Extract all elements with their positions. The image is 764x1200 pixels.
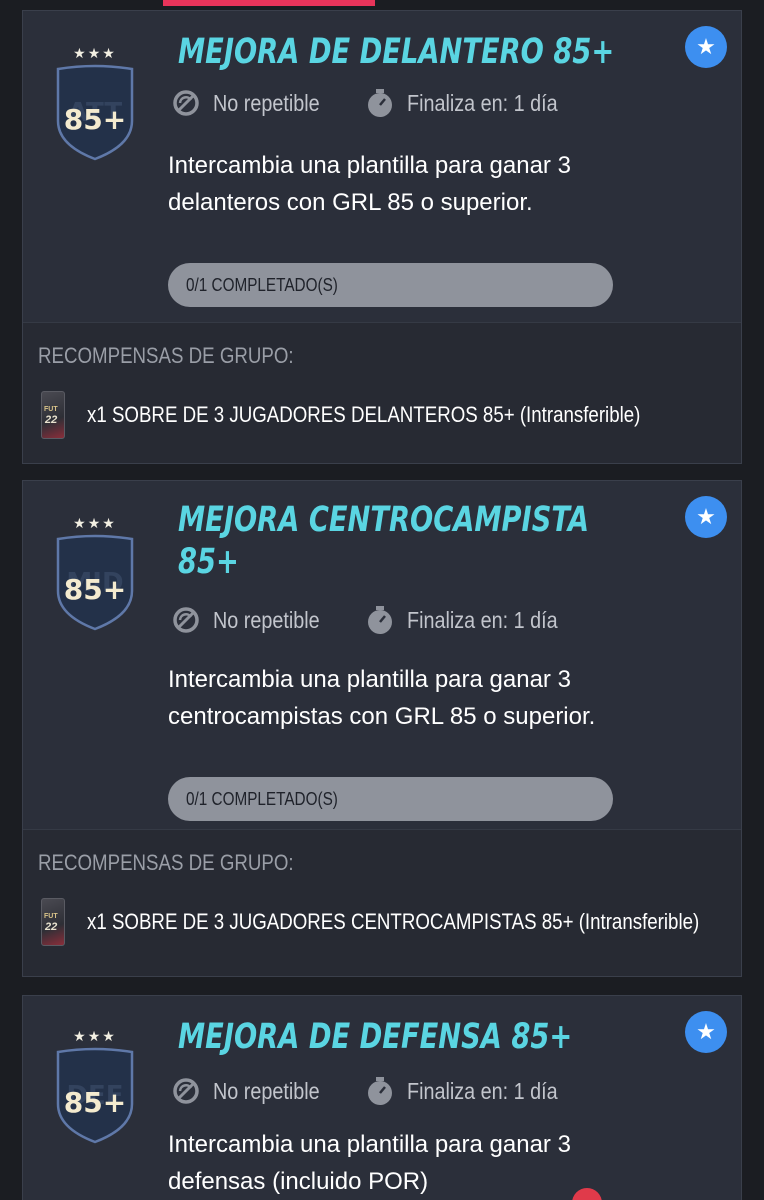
card-meta: No repetible Finaliza en: 1 día: [171, 88, 582, 118]
fut22-pack-icon: FUT 22: [41, 898, 65, 946]
progress-label: 0/1 COMPLETADO(S): [186, 275, 338, 295]
progress-bar: 0/1 COMPLETADO(S): [168, 263, 613, 307]
repeat-label: No repetible: [213, 1077, 320, 1104]
rewards-label: RECOMPENSAS DE GRUPO:: [38, 343, 294, 368]
badge-rating-text: 85+: [64, 1086, 126, 1119]
rating-badge: ★★★ ATT 85+: [51, 43, 139, 161]
repeat-label: No repetible: [213, 606, 320, 633]
badge-rating-text: 85+: [64, 573, 126, 606]
card-description: Intercambia una plantilla para ganar 3 d…: [168, 152, 571, 216]
shield-badge-icon: DEF 85+: [56, 1047, 134, 1144]
no-repeat-icon: [173, 1078, 199, 1104]
card-title: MEJORA CENTROCAMPISTA 85+: [178, 500, 590, 582]
sbc-card-midfielder[interactable]: ★★★ MID 85+ MEJORA CENTROCAMPISTA 85+ ★ …: [22, 480, 742, 977]
sbc-card-attacker[interactable]: ★★★ ATT 85+ MEJORA DE DELANTERO 85+ ★ No…: [22, 10, 742, 464]
reward-text: x1 SOBRE DE 3 JUGADORES DELANTEROS 85+ (…: [87, 402, 641, 427]
star-icon: ★: [696, 34, 716, 59]
shield-badge-icon: ATT 85+: [56, 64, 134, 161]
stars-icon: ★★★: [73, 1028, 117, 1044]
stars-icon: ★★★: [73, 515, 117, 531]
favorite-star-button[interactable]: ★: [685, 496, 727, 538]
card-meta: No repetible Finaliza en: 1 día: [171, 605, 582, 635]
favorite-star-button[interactable]: ★: [685, 1011, 727, 1053]
timer-label: Finaliza en: 1 día: [407, 1077, 558, 1104]
card-description: Intercambia una plantilla para ganar 3 c…: [168, 666, 596, 730]
progress-label: 0/1 COMPLETADO(S): [186, 789, 338, 809]
stopwatch-icon: [368, 606, 393, 634]
favorite-star-button[interactable]: ★: [685, 26, 727, 68]
no-repeat-icon: [173, 607, 199, 633]
active-tab-indicator: [163, 0, 375, 6]
repeat-label: No repetible: [213, 89, 320, 116]
shield-badge-icon: MID 85+: [56, 534, 134, 631]
timer-label: Finaliza en: 1 día: [407, 606, 558, 633]
sbc-card-defender[interactable]: ★★★ DEF 85+ MEJORA DE DEFENSA 85+ ★ No r…: [22, 995, 742, 1200]
stopwatch-icon: [368, 1077, 393, 1105]
reward-text: x1 SOBRE DE 3 JUGADORES CENTROCAMPISTAS …: [87, 909, 700, 934]
card-title: MEJORA DE DELANTERO 85+: [178, 32, 615, 72]
card-description: Intercambia una plantilla para ganar 3 d…: [168, 1131, 571, 1195]
group-rewards: RECOMPENSAS DE GRUPO: FUT 22 x1 SOBRE DE …: [23, 322, 741, 463]
rewards-label: RECOMPENSAS DE GRUPO:: [38, 850, 294, 875]
reward-item: FUT 22 x1 SOBRE DE 3 JUGADORES DELANTEROS…: [41, 391, 738, 439]
group-rewards: RECOMPENSAS DE GRUPO: FUT 22 x1 SOBRE DE …: [23, 829, 741, 976]
fut22-pack-icon: FUT 22: [41, 391, 65, 439]
stopwatch-icon: [368, 89, 393, 117]
reward-item: FUT 22 x1 SOBRE DE 3 JUGADORES CENTROCAMP…: [41, 898, 764, 946]
star-icon: ★: [696, 1019, 716, 1044]
timer-label: Finaliza en: 1 día: [407, 89, 558, 116]
star-icon: ★: [696, 504, 716, 529]
progress-bar: 0/1 COMPLETADO(S): [168, 777, 613, 821]
card-meta: No repetible Finaliza en: 1 día: [171, 1076, 582, 1106]
badge-rating-text: 85+: [64, 103, 126, 136]
card-title: MEJORA DE DEFENSA 85+: [178, 1017, 573, 1057]
stars-icon: ★★★: [73, 45, 117, 61]
no-repeat-icon: [173, 90, 199, 116]
rating-badge: ★★★ MID 85+: [51, 513, 139, 631]
rating-badge: ★★★ DEF 85+: [51, 1026, 139, 1144]
